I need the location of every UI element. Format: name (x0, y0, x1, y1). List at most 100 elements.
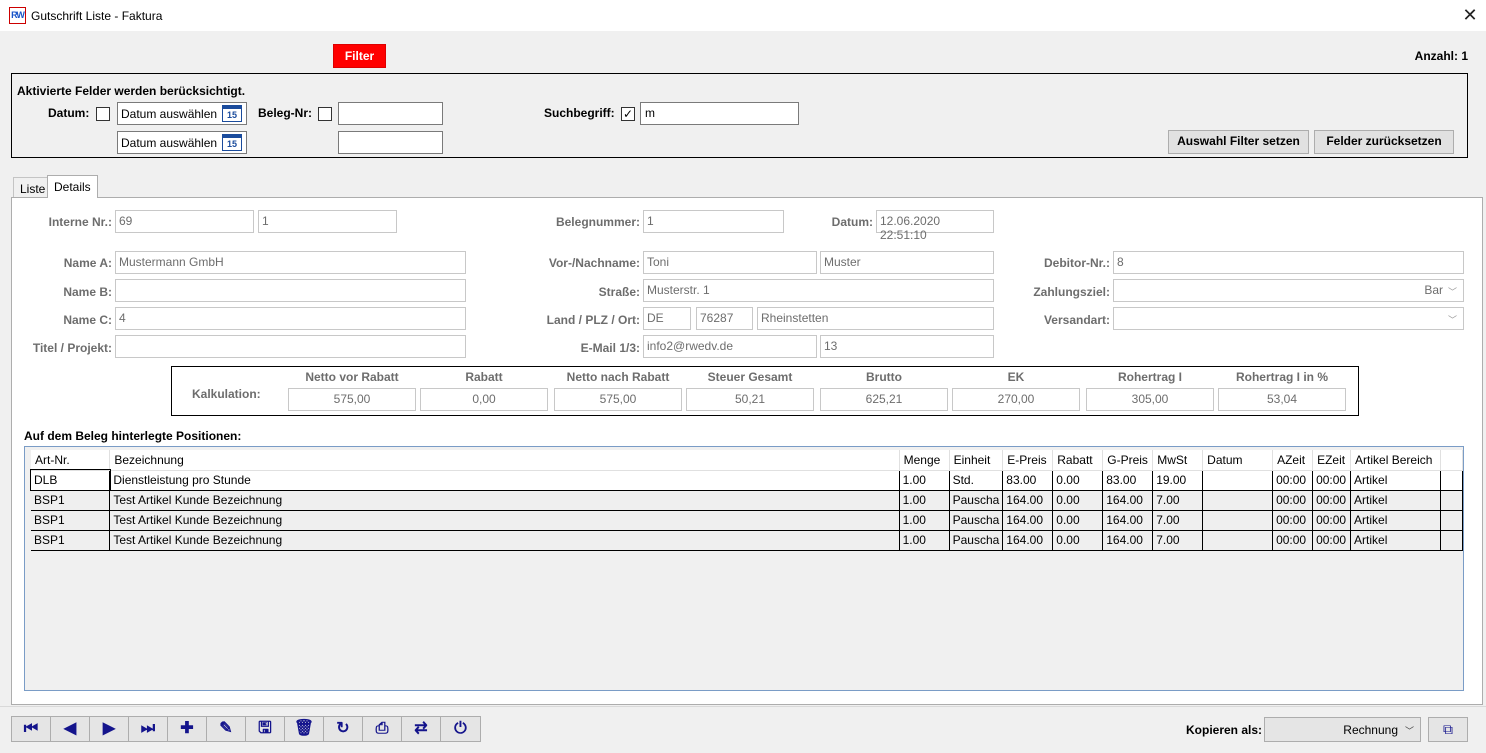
table-cell[interactable]: Dienstleistung pro Stunde (109, 470, 900, 491)
previous-record-icon[interactable]: ◀ (51, 717, 90, 741)
table-cell[interactable]: 0.00 (1052, 530, 1104, 551)
column-header[interactable]: Bezeichnung (109, 450, 900, 471)
email3-field[interactable]: 13 (820, 335, 994, 358)
first-record-icon[interactable]: ⏮ (12, 717, 51, 741)
table-cell[interactable]: 0.00 (1052, 490, 1104, 511)
table-cell[interactable]: 164.00 (1002, 490, 1054, 511)
email1-field[interactable]: info2@rwedv.de (643, 335, 817, 358)
table-cell[interactable]: 83.00 (1002, 470, 1054, 491)
column-header[interactable]: Einheit (949, 450, 1004, 471)
kalk-value[interactable]: 305,00 (1086, 388, 1214, 411)
power-icon[interactable]: ⏻ (441, 717, 480, 741)
table-cell[interactable] (1202, 490, 1274, 511)
table-cell[interactable]: Pauscha (949, 490, 1004, 511)
table-cell[interactable] (1202, 470, 1274, 491)
last-record-icon[interactable]: ⏭ (129, 717, 168, 741)
beleg-to-input[interactable] (338, 131, 443, 154)
table-cell[interactable]: BSP1 (31, 490, 111, 511)
interne-nr2-field[interactable]: 1 (258, 210, 397, 233)
interne-nr-field[interactable]: 69 (115, 210, 254, 233)
table-cell[interactable]: Pauscha (949, 530, 1004, 551)
table-cell[interactable]: 7.00 (1152, 530, 1204, 551)
table-row[interactable]: BSP1 Test Artikel Kunde Bezeichnung 1.00 Pa… (31, 490, 1464, 511)
table-cell[interactable] (1202, 530, 1274, 551)
table-cell[interactable]: Artikel (1350, 490, 1441, 511)
column-header[interactable]: Menge (899, 450, 950, 471)
table-cell[interactable]: 0.00 (1052, 510, 1104, 531)
kopieren-als-select[interactable]: Rechnung ﹀ (1264, 717, 1421, 742)
column-header[interactable]: Rabatt (1052, 450, 1104, 471)
column-header[interactable]: G-Preis (1102, 450, 1154, 471)
table-cell[interactable]: 00:00 (1272, 490, 1314, 511)
refresh-icon[interactable]: ↻ (324, 717, 363, 741)
table-cell[interactable]: 00:00 (1272, 470, 1314, 491)
table-row[interactable]: DLB Dienstleistung pro Stunde 1.00 Std. 83.0… (30, 469, 1464, 491)
table-cell[interactable]: 164.00 (1102, 530, 1154, 551)
table-cell[interactable]: 164.00 (1102, 490, 1154, 511)
kalk-value[interactable]: 270,00 (952, 388, 1080, 411)
name-b-field[interactable] (115, 279, 466, 302)
vorname-field[interactable]: Toni (643, 251, 817, 274)
strasse-field[interactable]: Musterstr. 1 (643, 279, 994, 302)
name-c-field[interactable]: 4 (115, 307, 466, 330)
delete-icon[interactable]: 🗑 (285, 717, 324, 741)
reset-fields-button[interactable]: Felder zurücksetzen (1314, 130, 1454, 154)
table-cell[interactable]: DLB (30, 469, 111, 491)
kalk-value[interactable]: 575,00 (554, 388, 682, 411)
beleg-filter-checkbox[interactable] (318, 107, 332, 121)
edit-icon[interactable]: ✎ (207, 717, 246, 741)
table-cell[interactable]: Test Artikel Kunde Bezeichnung (109, 530, 900, 551)
column-header[interactable]: EZeit (1312, 450, 1352, 471)
close-icon[interactable]: ✕ (1458, 4, 1482, 28)
table-cell[interactable]: 1.00 (899, 470, 950, 491)
suchbegriff-input[interactable]: m (640, 102, 799, 125)
table-cell[interactable]: 00:00 (1312, 470, 1352, 491)
column-header[interactable]: AZeit (1272, 450, 1314, 471)
table-row[interactable]: BSP1 Test Artikel Kunde Bezeichnung 1.00 Pa… (31, 530, 1464, 551)
add-icon[interactable]: ✚ (168, 717, 207, 741)
table-cell[interactable]: 00:00 (1312, 510, 1352, 531)
datum-field[interactable]: 12.06.2020 22:51:10 (876, 210, 994, 242)
calendar-icon[interactable]: 15 (222, 134, 242, 151)
titel-projekt-field[interactable] (115, 335, 466, 358)
table-cell[interactable]: Artikel (1350, 510, 1441, 531)
table-cell[interactable]: 00:00 (1272, 510, 1314, 531)
table-cell[interactable]: Artikel (1350, 470, 1441, 491)
table-cell[interactable]: 19.00 (1152, 470, 1204, 491)
table-cell[interactable]: Test Artikel Kunde Bezeichnung (109, 490, 900, 511)
table-cell[interactable]: Std. (949, 470, 1004, 491)
suchbegriff-checkbox[interactable]: ✓ (621, 107, 635, 121)
calendar-icon[interactable]: 15 (222, 105, 242, 122)
kalk-value[interactable]: 53,04 (1218, 388, 1346, 411)
datum-filter-checkbox[interactable] (96, 107, 110, 121)
table-cell[interactable]: 1.00 (899, 490, 950, 511)
column-header[interactable]: E-Preis (1002, 450, 1054, 471)
print-icon[interactable]: ⎙ (363, 717, 402, 741)
kalk-value[interactable]: 575,00 (288, 388, 416, 411)
belegnummer-field[interactable]: 1 (643, 210, 784, 233)
table-cell[interactable]: 1.00 (899, 510, 950, 531)
table-row[interactable]: BSP1 Test Artikel Kunde Bezeichnung 1.00 Pa… (31, 510, 1464, 531)
table-cell[interactable]: 164.00 (1002, 510, 1054, 531)
next-record-icon[interactable]: ▶ (90, 717, 129, 741)
kalk-value[interactable]: 0,00 (420, 388, 548, 411)
column-header[interactable]: Art-Nr. (31, 450, 111, 471)
tab-details[interactable]: Details (47, 175, 98, 198)
table-cell[interactable]: 164.00 (1102, 510, 1154, 531)
table-cell[interactable]: Test Artikel Kunde Bezeichnung (109, 510, 900, 531)
table-cell[interactable]: 7.00 (1152, 490, 1204, 511)
debitor-field[interactable]: 8 (1113, 251, 1464, 274)
table-cell[interactable]: BSP1 (31, 530, 111, 551)
table-cell[interactable]: Artikel (1350, 530, 1441, 551)
table-cell[interactable] (1202, 510, 1274, 531)
table-cell[interactable]: 00:00 (1312, 490, 1352, 511)
apply-filter-button[interactable]: Auswahl Filter setzen (1168, 130, 1309, 154)
plz-field[interactable]: 76287 (696, 307, 753, 330)
land-field[interactable]: DE (643, 307, 691, 330)
column-header[interactable]: Datum (1202, 450, 1274, 471)
table-cell[interactable]: Pauscha (949, 510, 1004, 531)
kalk-value[interactable]: 50,21 (686, 388, 814, 411)
name-a-field[interactable]: Mustermann GmbH (115, 251, 466, 274)
table-cell[interactable]: BSP1 (31, 510, 111, 531)
table-cell[interactable]: 00:00 (1272, 530, 1314, 551)
